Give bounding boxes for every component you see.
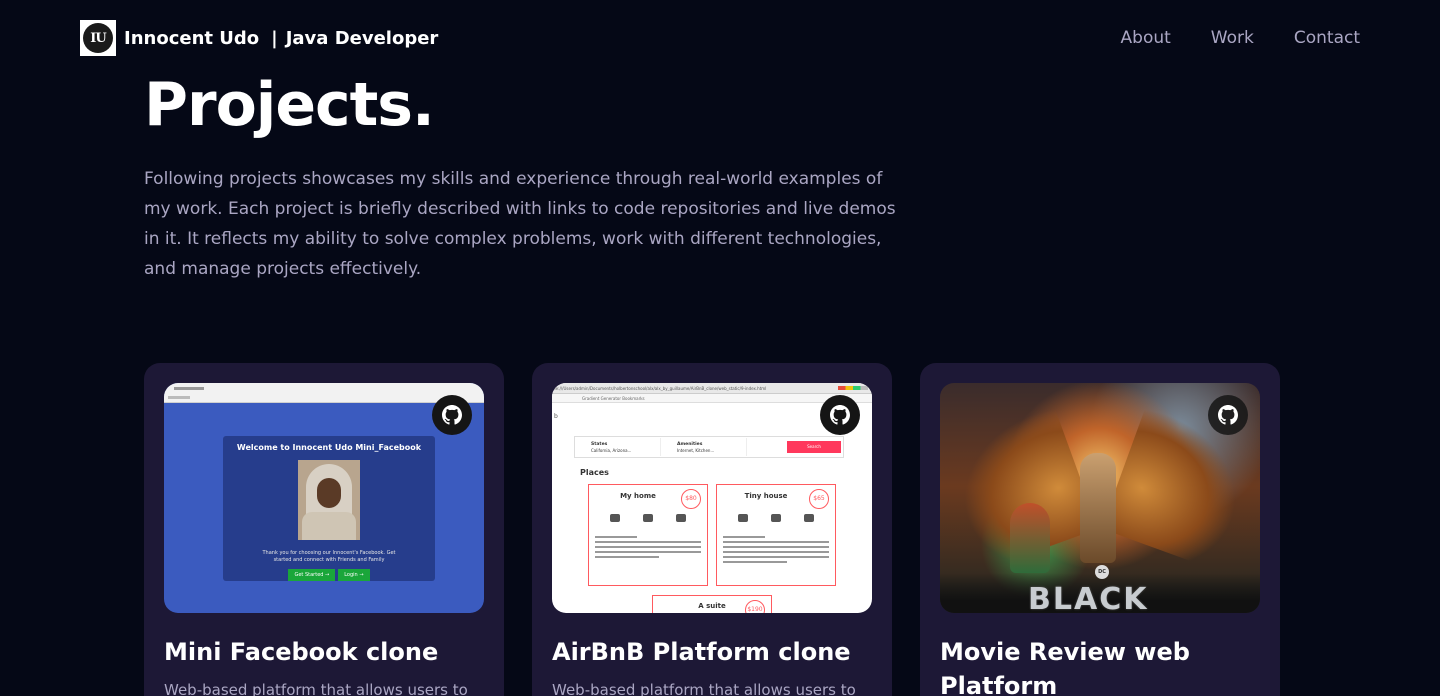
place-price: $190 xyxy=(745,600,765,613)
project-card-airbnb: file:///Users/admin/Documents/holbertons… xyxy=(532,363,892,696)
bed-icon xyxy=(770,514,781,522)
fb-message: Thank you for choosing our Innocent's Fa… xyxy=(262,550,396,563)
dc-logo: DC xyxy=(1095,565,1109,579)
bed-icon xyxy=(642,514,653,522)
browser-url: file:///Users/admin/Documents/holbertons… xyxy=(552,386,767,391)
amenities-value: Internet, Kitchen... xyxy=(677,448,715,453)
fb-get-started-button: Get Started → xyxy=(288,569,336,581)
airbnb-logo-fragment: b xyxy=(554,413,558,420)
place-price: $65 xyxy=(809,489,829,509)
project-title: Movie Review web Platform xyxy=(940,638,1190,696)
project-thumbnail: DC BLACK xyxy=(940,383,1260,613)
airbnb-filter-bar: States California, Arizona... Amenities In… xyxy=(574,436,844,458)
fb-welcome-text: Welcome to Innocent Udo Mini_Facebook xyxy=(236,443,422,452)
nav-links: About Work Contact xyxy=(1121,28,1360,48)
navbar: IU Innocent Udo | Java Developer About W… xyxy=(0,0,1440,76)
project-title: Mini Facebook clone xyxy=(164,638,439,666)
guest-icon xyxy=(610,514,621,522)
project-description: Web-based platform that allows users to xyxy=(552,681,856,696)
brand-role: Java Developer xyxy=(285,27,439,49)
project-card-mini-facebook: Welcome to Innocent Udo Mini_Facebook Th… xyxy=(144,363,504,696)
brand-separator: | xyxy=(271,27,278,49)
poster-character xyxy=(1080,453,1116,563)
fb-login-button: Login → xyxy=(338,569,370,581)
brand-link[interactable]: IU Innocent Udo | Java Developer xyxy=(80,20,438,56)
logo: IU xyxy=(80,20,116,56)
github-icon[interactable] xyxy=(1208,395,1248,435)
place-name: A suite xyxy=(698,602,726,610)
section-intro: Following projects showcases my skills a… xyxy=(144,169,896,279)
nav-link-contact[interactable]: Contact xyxy=(1294,28,1360,48)
amenities-label: Amenities xyxy=(677,442,703,447)
project-thumbnail: file:///Users/admin/Documents/holbertons… xyxy=(552,383,872,613)
place-price: $80 xyxy=(681,489,701,509)
browser-bar xyxy=(164,383,484,403)
project-card-movie-review: DC BLACK Movie Review web Platform xyxy=(920,363,1280,696)
project-description: Web-based platform that allows users to xyxy=(164,681,468,696)
poster-character xyxy=(1010,503,1050,573)
place-card: My home $80 xyxy=(588,484,708,586)
brand-name: Innocent Udo xyxy=(124,27,260,49)
place-card: Tiny house $65 xyxy=(716,484,836,586)
poster-title: BLACK xyxy=(1028,582,1149,613)
nav-link-work[interactable]: Work xyxy=(1211,28,1254,48)
project-cards: Welcome to Innocent Udo Mini_Facebook Th… xyxy=(144,363,1280,696)
github-icon[interactable] xyxy=(820,395,860,435)
profile-photo xyxy=(298,460,360,540)
section-title: Projects. xyxy=(144,70,435,140)
github-icon[interactable] xyxy=(432,395,472,435)
project-thumbnail: Welcome to Innocent Udo Mini_Facebook Th… xyxy=(164,383,484,613)
nav-link-about[interactable]: About xyxy=(1121,28,1171,48)
states-value: California, Arizona... xyxy=(591,448,632,453)
states-label: States xyxy=(591,442,608,447)
guest-icon xyxy=(738,514,749,522)
bath-icon xyxy=(803,514,814,522)
fb-welcome-panel: Welcome to Innocent Udo Mini_Facebook Th… xyxy=(223,436,435,581)
bath-icon xyxy=(675,514,686,522)
places-heading: Places xyxy=(580,468,609,477)
project-title: AirBnB Platform clone xyxy=(552,638,851,666)
airbnb-search-button: Search xyxy=(787,441,841,453)
place-card: A suite $190 xyxy=(652,595,772,613)
logo-mark: IU xyxy=(83,23,113,53)
